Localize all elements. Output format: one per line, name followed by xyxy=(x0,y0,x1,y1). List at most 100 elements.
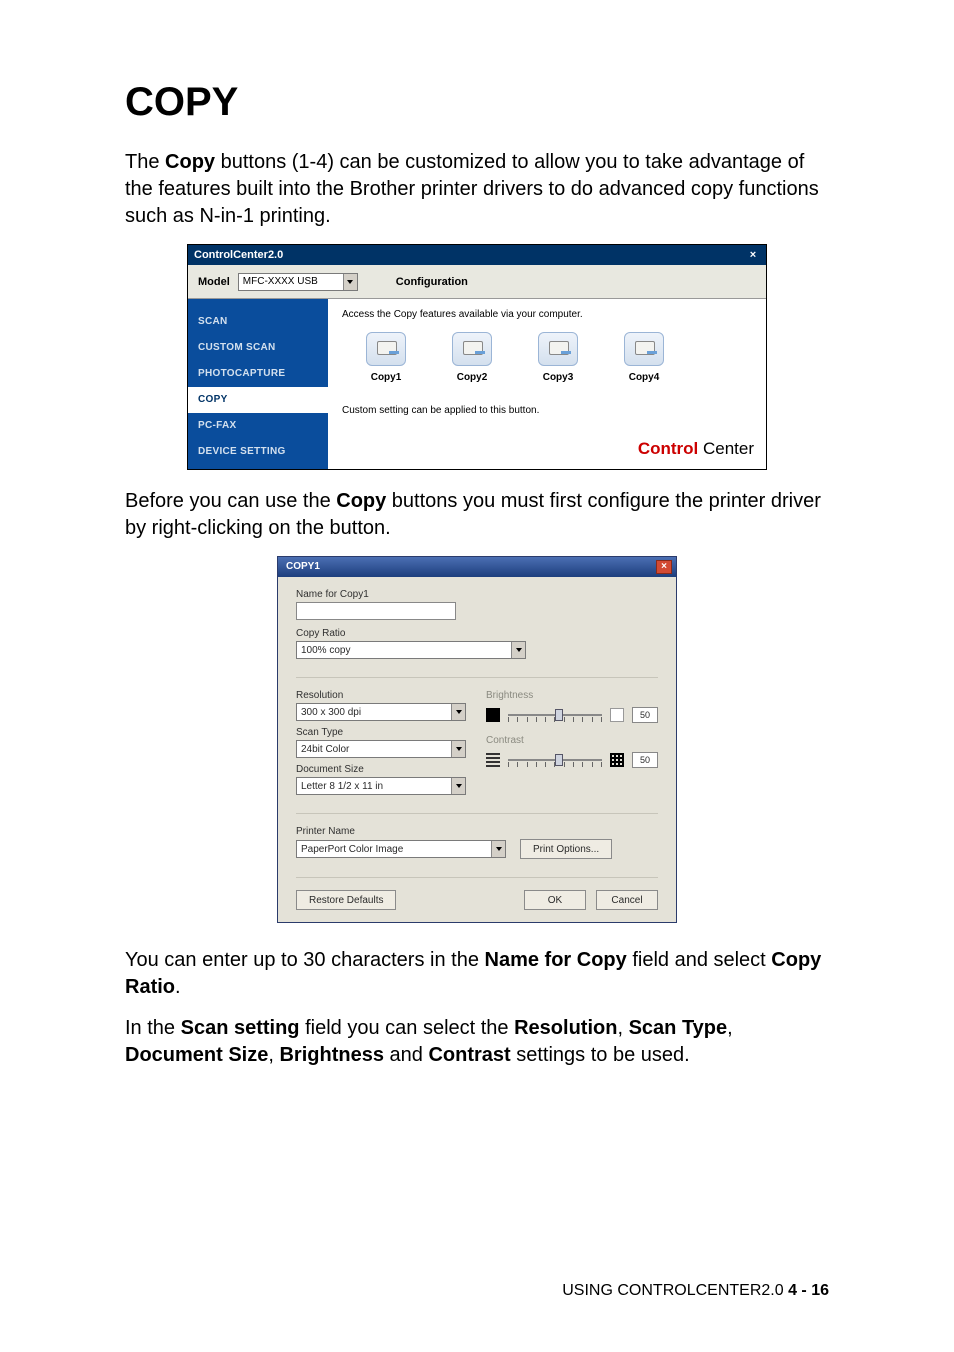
content-description: Access the Copy features available via y… xyxy=(342,309,752,320)
restore-defaults-button[interactable]: Restore Defaults xyxy=(296,890,396,910)
brightness-light-icon xyxy=(610,708,624,722)
contrast-label: Contrast xyxy=(486,735,658,746)
text: field and select xyxy=(627,949,772,971)
printername-value: PaperPort Color Image xyxy=(301,844,403,855)
text: settings to be used. xyxy=(511,1044,690,1066)
bold: Copy xyxy=(165,151,215,173)
text: In the xyxy=(125,1017,181,1039)
sidebar-item-pcfax[interactable]: PC-FAX xyxy=(188,413,328,439)
copy4-button[interactable]: Copy4 xyxy=(618,332,670,383)
slider-thumb[interactable] xyxy=(555,709,563,721)
ok-button[interactable]: OK xyxy=(524,890,586,910)
text: , xyxy=(268,1044,279,1066)
resolution-value: 300 x 300 dpi xyxy=(301,707,361,718)
docsize-dropdown[interactable]: Letter 8 1/2 x 11 in xyxy=(296,777,466,795)
copy1-dialog: COPY1 × Name for Copy1 Copy Ratio 100% c… xyxy=(277,556,677,923)
text: field you can select the xyxy=(300,1017,515,1039)
copy3-button[interactable]: Copy3 xyxy=(532,332,584,383)
copy4-label: Copy4 xyxy=(629,372,660,383)
bold: Document Size xyxy=(125,1044,268,1066)
window-title: ControlCenter2.0 xyxy=(194,245,283,265)
contrast-value: 50 xyxy=(632,752,658,768)
bold: Contrast xyxy=(428,1044,510,1066)
close-icon[interactable]: × xyxy=(746,248,760,262)
paragraph-2: Before you can use the Copy buttons you … xyxy=(125,488,829,542)
cancel-button[interactable]: Cancel xyxy=(596,890,658,910)
name-field[interactable] xyxy=(296,602,456,620)
bold: Copy xyxy=(336,490,386,512)
model-value: MFC-XXXX USB xyxy=(243,276,318,287)
brightness-value: 50 xyxy=(632,707,658,723)
copy2-button[interactable]: Copy2 xyxy=(446,332,498,383)
text: Before you can use the xyxy=(125,490,336,512)
model-bar: Model MFC-XXXX USB Configuration xyxy=(188,265,766,299)
footer-page: 4 - 16 xyxy=(788,1282,829,1299)
bold: Name for Copy xyxy=(485,949,627,971)
text: buttons (1-4) can be customized to allow… xyxy=(125,151,819,227)
page-heading: COPY xyxy=(125,80,829,125)
printername-dropdown[interactable]: PaperPort Color Image xyxy=(296,840,506,858)
copy1-button[interactable]: Copy1 xyxy=(360,332,412,383)
sidebar-item-customscan[interactable]: CUSTOM SCAN xyxy=(188,335,328,361)
print-options-button[interactable]: Print Options... xyxy=(520,839,612,859)
copier-icon xyxy=(538,332,578,366)
chevron-down-icon[interactable] xyxy=(491,841,505,857)
paragraph-1: The Copy buttons (1-4) can be customized… xyxy=(125,149,829,230)
chevron-down-icon[interactable] xyxy=(343,274,357,290)
sidebar-item-copy[interactable]: COPY xyxy=(188,387,328,413)
slider-thumb[interactable] xyxy=(555,754,563,766)
configuration-link[interactable]: Configuration xyxy=(396,276,468,288)
copier-icon xyxy=(624,332,664,366)
sidebar: SCAN CUSTOM SCAN PHOTOCAPTURE COPY PC-FA… xyxy=(188,299,328,469)
text: , xyxy=(727,1017,733,1039)
printername-label: Printer Name xyxy=(296,826,658,837)
content-hint: Custom setting can be applied to this bu… xyxy=(342,405,752,416)
copyratio-dropdown[interactable]: 100% copy xyxy=(296,641,526,659)
scantype-value: 24bit Color xyxy=(301,744,349,755)
text: The xyxy=(125,151,165,173)
copy3-label: Copy3 xyxy=(543,372,574,383)
brand-part2: Center xyxy=(698,439,754,458)
text: You can enter up to 30 characters in the xyxy=(125,949,485,971)
sidebar-item-photocapture[interactable]: PHOTOCAPTURE xyxy=(188,361,328,387)
paragraph-4: In the Scan setting field you can select… xyxy=(125,1015,829,1069)
dialog-titlebar[interactable]: COPY1 × xyxy=(278,557,676,577)
scantype-dropdown[interactable]: 24bit Color xyxy=(296,740,466,758)
chevron-down-icon[interactable] xyxy=(451,741,465,757)
model-dropdown[interactable]: MFC-XXXX USB xyxy=(238,273,358,291)
docsize-value: Letter 8 1/2 x 11 in xyxy=(301,781,383,792)
close-icon[interactable]: × xyxy=(656,560,672,574)
sidebar-item-devicesetting[interactable]: DEVICE SETTING xyxy=(188,439,328,465)
page-footer: USING CONTROLCENTER2.0 4 - 16 xyxy=(562,1282,829,1300)
name-label: Name for Copy1 xyxy=(296,589,658,600)
contrast-high-icon xyxy=(610,753,624,767)
bold: Scan Type xyxy=(629,1017,728,1039)
chevron-down-icon[interactable] xyxy=(511,642,525,658)
sidebar-item-scan[interactable]: SCAN xyxy=(188,309,328,335)
docsize-label: Document Size xyxy=(296,764,468,775)
window-titlebar[interactable]: ControlCenter2.0 × xyxy=(188,245,766,265)
copy2-label: Copy2 xyxy=(457,372,488,383)
brightness-slider[interactable] xyxy=(508,707,602,723)
footer-text: USING CONTROLCENTER2.0 xyxy=(562,1282,783,1299)
bold: Resolution xyxy=(514,1017,617,1039)
contrast-slider[interactable] xyxy=(508,752,602,768)
text: , xyxy=(617,1017,628,1039)
resolution-dropdown[interactable]: 300 x 300 dpi xyxy=(296,703,466,721)
chevron-down-icon[interactable] xyxy=(451,704,465,720)
bold: Brightness xyxy=(279,1044,383,1066)
controlcenter-window: ControlCenter2.0 × Model MFC-XXXX USB Co… xyxy=(187,244,767,470)
text: and xyxy=(384,1044,428,1066)
copy-buttons-row: Copy1 Copy2 Copy3 Copy4 xyxy=(342,332,752,383)
chevron-down-icon[interactable] xyxy=(451,778,465,794)
scantype-label: Scan Type xyxy=(296,727,468,738)
copyratio-label: Copy Ratio xyxy=(296,628,658,639)
copier-icon xyxy=(366,332,406,366)
copyratio-value: 100% copy xyxy=(301,645,350,656)
resolution-label: Resolution xyxy=(296,690,468,701)
brand-part1: Control xyxy=(638,439,698,458)
bold: Scan setting xyxy=(181,1017,300,1039)
dialog-title: COPY1 xyxy=(286,557,320,577)
model-label: Model xyxy=(198,276,230,288)
brand-logo: Control Center xyxy=(638,439,754,459)
